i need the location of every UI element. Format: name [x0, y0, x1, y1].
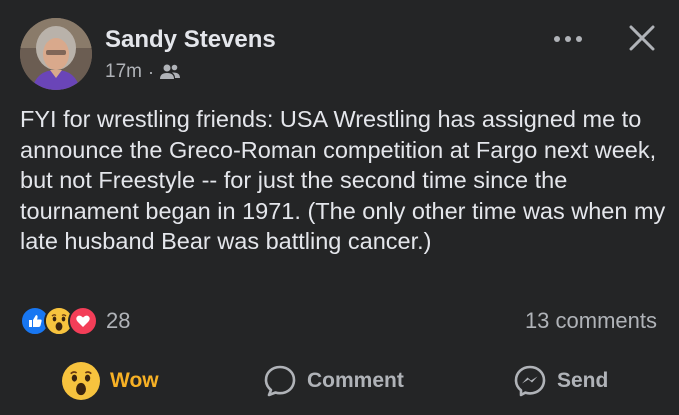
- send-label: Send: [557, 369, 609, 392]
- close-icon: [629, 25, 655, 51]
- comment-button[interactable]: Comment: [263, 356, 404, 406]
- comment-label: Comment: [307, 369, 404, 392]
- meta-separator: ·: [147, 61, 154, 82]
- post-text: FYI for wrestling friends: USA Wrestling…: [20, 106, 666, 254]
- post-time[interactable]: 17m: [105, 61, 142, 83]
- friends-icon[interactable]: [159, 63, 180, 81]
- wow-reaction-button[interactable]: Wow: [62, 356, 159, 406]
- action-bar: Wow Comment Send: [0, 356, 679, 406]
- wow-icon: [62, 362, 100, 400]
- wow-label: Wow: [110, 369, 159, 392]
- reaction-count[interactable]: 28: [106, 308, 130, 334]
- close-button[interactable]: [620, 16, 664, 60]
- love-icon: [68, 306, 98, 336]
- reaction-icons: [20, 306, 98, 336]
- author-name[interactable]: Sandy Stevens: [105, 26, 276, 54]
- author-avatar[interactable]: [20, 18, 92, 90]
- post-card: Sandy Stevens 17m · FYI for wrestling fr…: [0, 0, 679, 415]
- comments-count[interactable]: 13 comments: [525, 306, 657, 336]
- post-meta: 17m ·: [105, 60, 180, 84]
- comment-icon: [264, 365, 296, 397]
- reactions-summary[interactable]: 28: [20, 306, 130, 336]
- more-options-button[interactable]: [548, 22, 588, 56]
- more-icon: [554, 36, 582, 42]
- send-button[interactable]: Send: [513, 356, 608, 406]
- messenger-send-icon: [514, 365, 546, 397]
